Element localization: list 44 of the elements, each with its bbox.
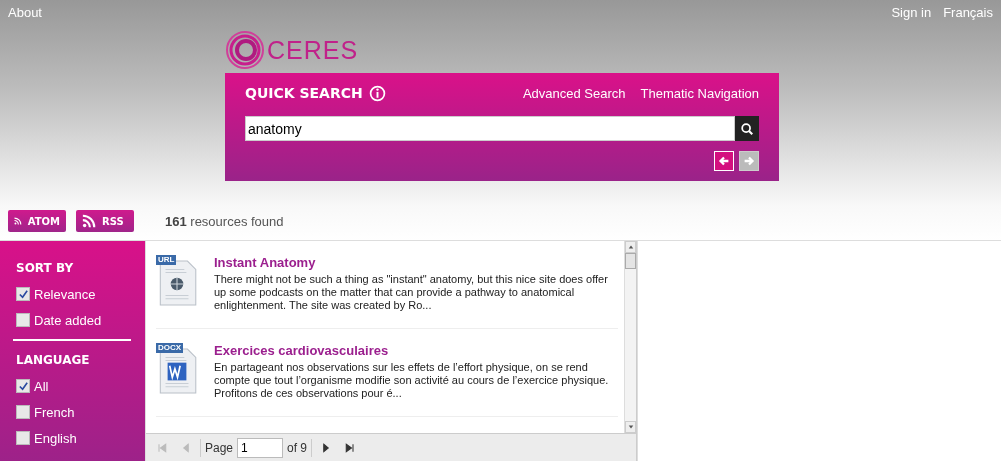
panel-title: QUICK SEARCH [245, 85, 363, 101]
back-button[interactable] [714, 151, 734, 171]
rss-icon [82, 214, 96, 228]
up-arrow-icon [627, 244, 634, 250]
result-title[interactable]: Instant Anatomy [214, 255, 618, 270]
checkbox[interactable] [16, 379, 30, 393]
filter-option[interactable]: Relevance [16, 281, 96, 307]
arrow-icon [717, 154, 731, 168]
first-icon [156, 442, 168, 454]
scrollbar-thumb[interactable] [625, 253, 636, 269]
arrow-icon [742, 154, 756, 168]
page-label: Page [205, 441, 234, 455]
search-button[interactable] [735, 116, 759, 141]
search-field[interactable]: anatomy [245, 116, 735, 141]
filter-option[interactable]: Date added [16, 307, 102, 333]
down-arrow-icon [627, 424, 634, 430]
filter-option[interactable]: All [16, 373, 49, 399]
search-link[interactable]: Thematic Navigation [640, 85, 759, 101]
search-link[interactable]: Advanced Search [522, 85, 626, 101]
feed-button[interactable]: RSS [76, 210, 134, 232]
scrollbar[interactable] [624, 241, 636, 433]
checkbox[interactable] [16, 405, 30, 419]
filter-option[interactable]: French [16, 399, 75, 425]
last-icon [344, 442, 357, 454]
checkbox[interactable] [16, 287, 30, 301]
logo-icon [225, 30, 265, 70]
search-icon [740, 121, 754, 136]
checkbox[interactable] [16, 313, 30, 327]
logo-text: CERES [267, 35, 359, 65]
triangle-icon [180, 442, 192, 454]
result-count: 161 resources found [165, 213, 284, 229]
result-title[interactable]: Exercices cardiovasculaires [214, 343, 618, 358]
info-icon[interactable] [368, 84, 386, 102]
feed-button[interactable]: ATOM [8, 210, 66, 232]
filter-option[interactable]: English [16, 425, 77, 451]
result-snippet: En partageant nos observations sur les effets de l’effort physique, on se rend compte que tout l’organisme modifie son activité au cours de l’exercice physique. Profitons de ces observations pour é... [214, 361, 610, 400]
result-snippet: There might not be such a thing as "instant" anatomy, but this nice site does offer up some podcasts on the matter that can provide a pathway to anatomical enlightenment. The site was created by Ro... [214, 273, 609, 312]
checkbox[interactable] [16, 431, 30, 445]
section-title: LANGUAGE [16, 353, 91, 367]
section-title: SORT BY [16, 261, 75, 275]
file-type-label: DOCX [156, 343, 184, 353]
file-type-label: URL [156, 255, 177, 265]
page-field[interactable]: 1 [237, 438, 284, 458]
page-total: of 9 [287, 441, 308, 455]
